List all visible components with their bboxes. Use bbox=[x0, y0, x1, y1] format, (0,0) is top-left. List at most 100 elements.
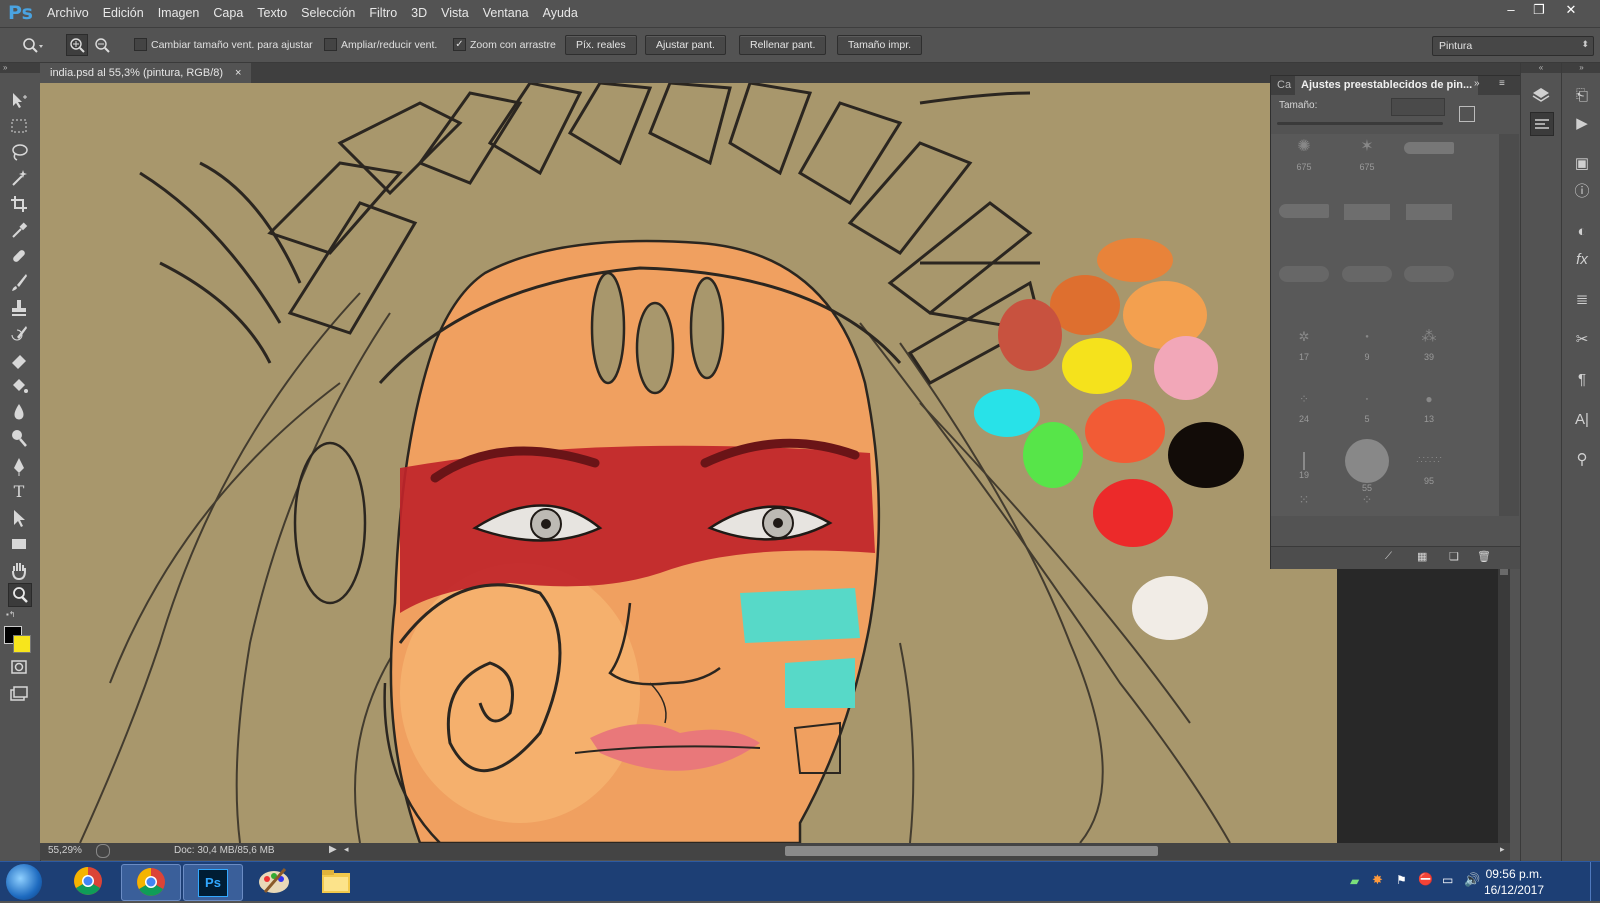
info-icon[interactable]: ⓘ bbox=[1571, 181, 1593, 203]
zoom-in-icon[interactable] bbox=[66, 34, 88, 56]
horizontal-scroll-thumb[interactable] bbox=[785, 846, 1158, 856]
brush-grid-icon[interactable]: ▦ bbox=[1417, 550, 1427, 563]
tool-presets-icon[interactable]: ✂ bbox=[1571, 329, 1593, 351]
brush-preset[interactable]: ⁘ 24 bbox=[1274, 384, 1334, 430]
layers-icon[interactable] bbox=[1530, 84, 1552, 106]
brush-preset[interactable] bbox=[1399, 136, 1459, 182]
brush-preset[interactable] bbox=[1399, 260, 1459, 306]
scroll-left-arrow-icon[interactable]: ◂ bbox=[344, 844, 349, 855]
brush-preset[interactable]: 19 bbox=[1274, 446, 1334, 492]
zoom-out-icon[interactable] bbox=[92, 35, 112, 55]
crop-tool-icon[interactable] bbox=[8, 193, 30, 215]
brush-preset[interactable]: ⁘ bbox=[1337, 492, 1397, 516]
avast-tray-icon[interactable]: ✸ bbox=[1372, 872, 1383, 888]
brush-preset[interactable] bbox=[1399, 198, 1459, 244]
brush-preset[interactable]: ● 9 bbox=[1337, 322, 1397, 368]
show-desktop-button[interactable] bbox=[1590, 862, 1600, 901]
dodge-tool-icon[interactable] bbox=[8, 427, 30, 449]
status-info-icon[interactable] bbox=[96, 844, 110, 858]
adjustments-icon[interactable]: ◐ bbox=[1571, 221, 1593, 243]
type-tool-icon[interactable]: T bbox=[8, 481, 30, 503]
brush-preset[interactable]: ✺ 675 bbox=[1274, 136, 1334, 182]
hand-tool-icon[interactable] bbox=[8, 559, 30, 581]
brush-preset[interactable]: ∴∵∴∵ 95 bbox=[1399, 446, 1459, 492]
screen-mode-icon[interactable] bbox=[8, 683, 30, 705]
menu-archivo[interactable]: Archivo bbox=[40, 0, 96, 27]
move-tool-icon[interactable] bbox=[8, 89, 30, 111]
menu-capa[interactable]: Capa bbox=[206, 0, 250, 27]
nvidia-tray-icon[interactable]: ▰ bbox=[1350, 874, 1359, 888]
fx-icon[interactable]: fx bbox=[1571, 249, 1593, 271]
menu-imagen[interactable]: Imagen bbox=[151, 0, 207, 27]
chrome-taskbar-icon[interactable] bbox=[59, 864, 117, 899]
photoshop-taskbar-icon[interactable]: Ps bbox=[183, 864, 243, 901]
brush-presets-icon[interactable] bbox=[1530, 112, 1554, 136]
print-size-button[interactable]: Tamaño impr. bbox=[837, 35, 923, 55]
restore-button[interactable]: ❐ bbox=[1524, 0, 1554, 20]
resize-windows-checkbox[interactable]: Cambiar tamaño vent. para ajustar bbox=[134, 38, 313, 51]
zoom-level[interactable]: 55,29% bbox=[48, 845, 82, 856]
history-brush-tool-icon[interactable] bbox=[8, 323, 30, 345]
zoom-tool-preset-icon[interactable] bbox=[20, 35, 44, 55]
character-icon[interactable]: A| bbox=[1571, 409, 1593, 431]
menu-3d[interactable]: 3D bbox=[404, 0, 434, 27]
flag-tray-icon[interactable]: ⚑ bbox=[1396, 873, 1407, 887]
document-tab[interactable]: india.psd al 55,3% (pintura, RGB/8) × bbox=[40, 63, 252, 83]
menu-filtro[interactable]: Filtro bbox=[362, 0, 404, 27]
brush-preset[interactable]: ✲ 17 bbox=[1274, 322, 1334, 368]
quick-mask-icon[interactable] bbox=[8, 656, 30, 678]
close-tab-icon[interactable]: × bbox=[235, 63, 241, 83]
blur-tool-icon[interactable] bbox=[8, 401, 30, 423]
actions-play-icon[interactable]: ▶ bbox=[1571, 113, 1593, 135]
panel-menu-icon[interactable]: ≡ bbox=[1499, 78, 1505, 89]
status-menu-arrow-icon[interactable]: ▶ bbox=[329, 844, 337, 855]
fill-screen-button[interactable]: Rellenar pant. bbox=[739, 35, 827, 55]
file-explorer-taskbar-icon[interactable] bbox=[307, 864, 365, 899]
menu-ayuda[interactable]: Ayuda bbox=[536, 0, 585, 27]
tab-clone-source[interactable]: Ca bbox=[1277, 79, 1291, 91]
volume-tray-icon[interactable]: 🔊 bbox=[1464, 872, 1480, 888]
error-tray-icon[interactable]: ⛔ bbox=[1418, 872, 1433, 886]
marquee-tool-icon[interactable] bbox=[8, 115, 30, 137]
scroll-right-arrow-icon[interactable]: ▸ bbox=[1500, 844, 1505, 855]
panel-collapse-icon[interactable]: » bbox=[1474, 78, 1480, 89]
brush-preset[interactable]: ⁂ 39 bbox=[1399, 322, 1459, 368]
clone-source-icon[interactable]: ⚲ bbox=[1571, 449, 1593, 471]
size-input[interactable] bbox=[1391, 98, 1445, 116]
brush-preset[interactable]: ● 5 bbox=[1337, 384, 1397, 430]
collapse-arrows-icon[interactable]: » bbox=[0, 63, 43, 73]
brush-preset[interactable]: ● 13 bbox=[1399, 384, 1459, 430]
eraser-tool-icon[interactable] bbox=[8, 349, 30, 371]
lasso-tool-icon[interactable] bbox=[8, 141, 30, 163]
character-styles-icon[interactable]: ≣ bbox=[1571, 289, 1593, 311]
paragraph-icon[interactable]: ¶ bbox=[1571, 369, 1593, 391]
brush-tool-icon[interactable] bbox=[8, 271, 30, 293]
zoom-all-checkbox[interactable]: Ampliar/reducir vent. bbox=[324, 38, 437, 51]
size-slider[interactable] bbox=[1277, 122, 1443, 125]
toggle-brush-panel-icon[interactable]: ⟋ bbox=[1385, 551, 1392, 562]
artwork-canvas[interactable] bbox=[40, 83, 1337, 843]
collapse-arrows-icon[interactable]: » bbox=[1562, 63, 1600, 73]
pen-tool-icon[interactable] bbox=[8, 455, 30, 477]
brush-preset[interactable]: 55 bbox=[1337, 439, 1397, 493]
brush-preset[interactable] bbox=[1337, 198, 1397, 244]
menu-vista[interactable]: Vista bbox=[434, 0, 476, 27]
styles-icon[interactable]: ▣ bbox=[1571, 153, 1593, 175]
brush-preset[interactable] bbox=[1337, 260, 1397, 306]
collapse-arrows-icon[interactable]: « bbox=[1521, 63, 1561, 73]
eyedropper-tool-icon[interactable] bbox=[8, 219, 30, 241]
brush-preset[interactable]: ⁙ bbox=[1274, 492, 1334, 516]
scrubby-zoom-checkbox[interactable]: ✓ Zoom con arrastre bbox=[453, 38, 556, 51]
brush-preset[interactable] bbox=[1274, 198, 1334, 244]
brush-preset[interactable]: ✶ 675 bbox=[1337, 136, 1397, 182]
history-icon[interactable]: ⎗ bbox=[1571, 85, 1593, 107]
new-preset-icon[interactable] bbox=[1459, 106, 1475, 122]
menu-texto[interactable]: Texto bbox=[250, 0, 294, 27]
magic-wand-tool-icon[interactable] bbox=[8, 167, 30, 189]
menu-ventana[interactable]: Ventana bbox=[476, 0, 536, 27]
close-button[interactable]: ✕ bbox=[1556, 0, 1586, 20]
trash-icon[interactable]: 🗑 bbox=[1477, 550, 1491, 563]
zoom-tool-icon[interactable] bbox=[8, 583, 32, 607]
network-tray-icon[interactable]: ▭ bbox=[1442, 873, 1453, 887]
menu-edicion[interactable]: Edición bbox=[96, 0, 151, 27]
